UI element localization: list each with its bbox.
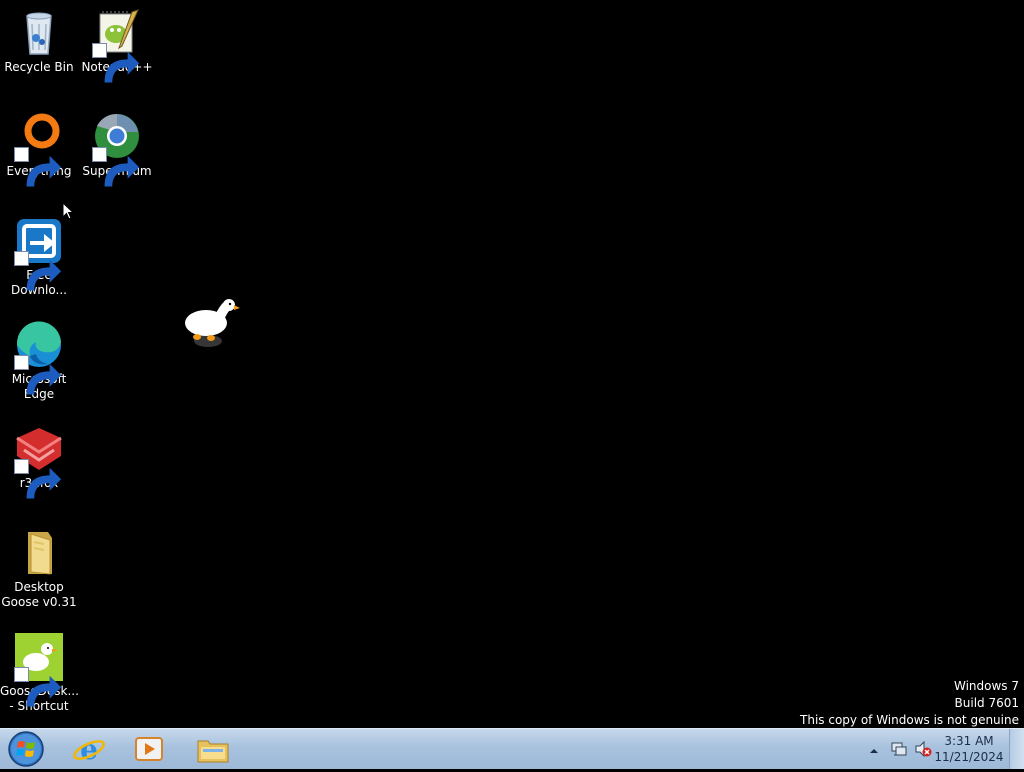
clock-date: 11/21/2024 <box>934 750 1004 764</box>
r3dfox-browser-icon <box>14 424 64 499</box>
taskbar: e 3:31 AM 11/21/2024 <box>0 728 1024 769</box>
desktop-icon-microsoft-edge[interactable]: Microsoft Edge <box>0 320 78 402</box>
shortcut-arrow-icon <box>14 147 62 187</box>
desktop-goose-sprite[interactable] <box>183 295 243 355</box>
media-player-icon <box>135 737 163 761</box>
chevron-up-icon <box>870 749 878 753</box>
start-button[interactable] <box>6 730 46 768</box>
desktop[interactable]: Recycle Bin Notepad++ Ev <box>0 0 1024 728</box>
folder-icon <box>14 528 64 578</box>
icon-label: Recycle Bin <box>4 60 74 74</box>
watermark-genuine-notice: This copy of Windows is not genuine <box>800 713 1019 727</box>
file-explorer-icon <box>197 740 229 763</box>
speaker-muted-icon <box>915 740 932 758</box>
mouse-cursor <box>62 201 75 221</box>
taskbar-clock[interactable]: 3:31 AM 11/21/2024 <box>934 733 1004 765</box>
windows-logo-icon <box>8 731 44 767</box>
desktop-icon-free-download-manager[interactable]: Free Downlo... <box>0 216 78 298</box>
notepad-plus-plus-icon <box>92 8 142 83</box>
shortcut-arrow-icon <box>14 667 62 707</box>
desktop-icon-notepad-plus-plus[interactable]: Notepad++ <box>78 8 156 83</box>
desktop-icon-r3dfox[interactable]: r3dfox <box>0 424 78 499</box>
windows-watermark: Windows 7 Build 7601 This copy of Window… <box>800 678 1019 729</box>
shortcut-arrow-icon <box>14 251 62 291</box>
show-desktop-button[interactable] <box>1009 729 1024 769</box>
supermium-browser-icon <box>92 112 142 187</box>
shortcut-arrow-icon <box>92 147 140 187</box>
network-icon <box>891 742 907 756</box>
desktop-icon-everything[interactable]: Everything <box>0 112 78 187</box>
clock-time: 3:31 AM <box>944 734 994 748</box>
taskbar-internet-explorer[interactable]: e <box>62 731 116 767</box>
goose-desktop-icon <box>14 632 64 707</box>
internet-explorer-icon: e <box>73 733 105 766</box>
svg-text:e: e <box>80 733 98 766</box>
taskbar-media-player[interactable] <box>122 731 176 767</box>
network-status[interactable] <box>890 740 908 762</box>
free-download-manager-icon <box>14 216 64 291</box>
volume-control[interactable] <box>914 740 932 762</box>
microsoft-edge-icon <box>14 320 64 395</box>
everything-search-icon <box>14 112 64 187</box>
shortcut-arrow-icon <box>14 355 62 395</box>
shortcut-arrow-icon <box>92 43 140 83</box>
watermark-os-name: Windows 7 <box>953 679 1019 693</box>
desktop-icon-goose-desktop-shortcut[interactable]: GooseDesk... - Shortcut <box>0 632 79 714</box>
taskbar-file-explorer[interactable] <box>186 731 240 767</box>
recycle-bin-icon <box>14 8 64 58</box>
show-hidden-icons-button[interactable] <box>869 741 879 760</box>
watermark-build: Build 7601 <box>954 696 1019 710</box>
desktop-icon-recycle-bin[interactable]: Recycle Bin <box>0 8 78 75</box>
icon-label: Desktop Goose v0.31 <box>1 580 77 609</box>
desktop-icon-desktop-goose-folder[interactable]: Desktop Goose v0.31 <box>0 528 78 610</box>
desktop-icon-supermium[interactable]: Supermium <box>78 112 156 187</box>
shortcut-arrow-icon <box>14 459 62 499</box>
